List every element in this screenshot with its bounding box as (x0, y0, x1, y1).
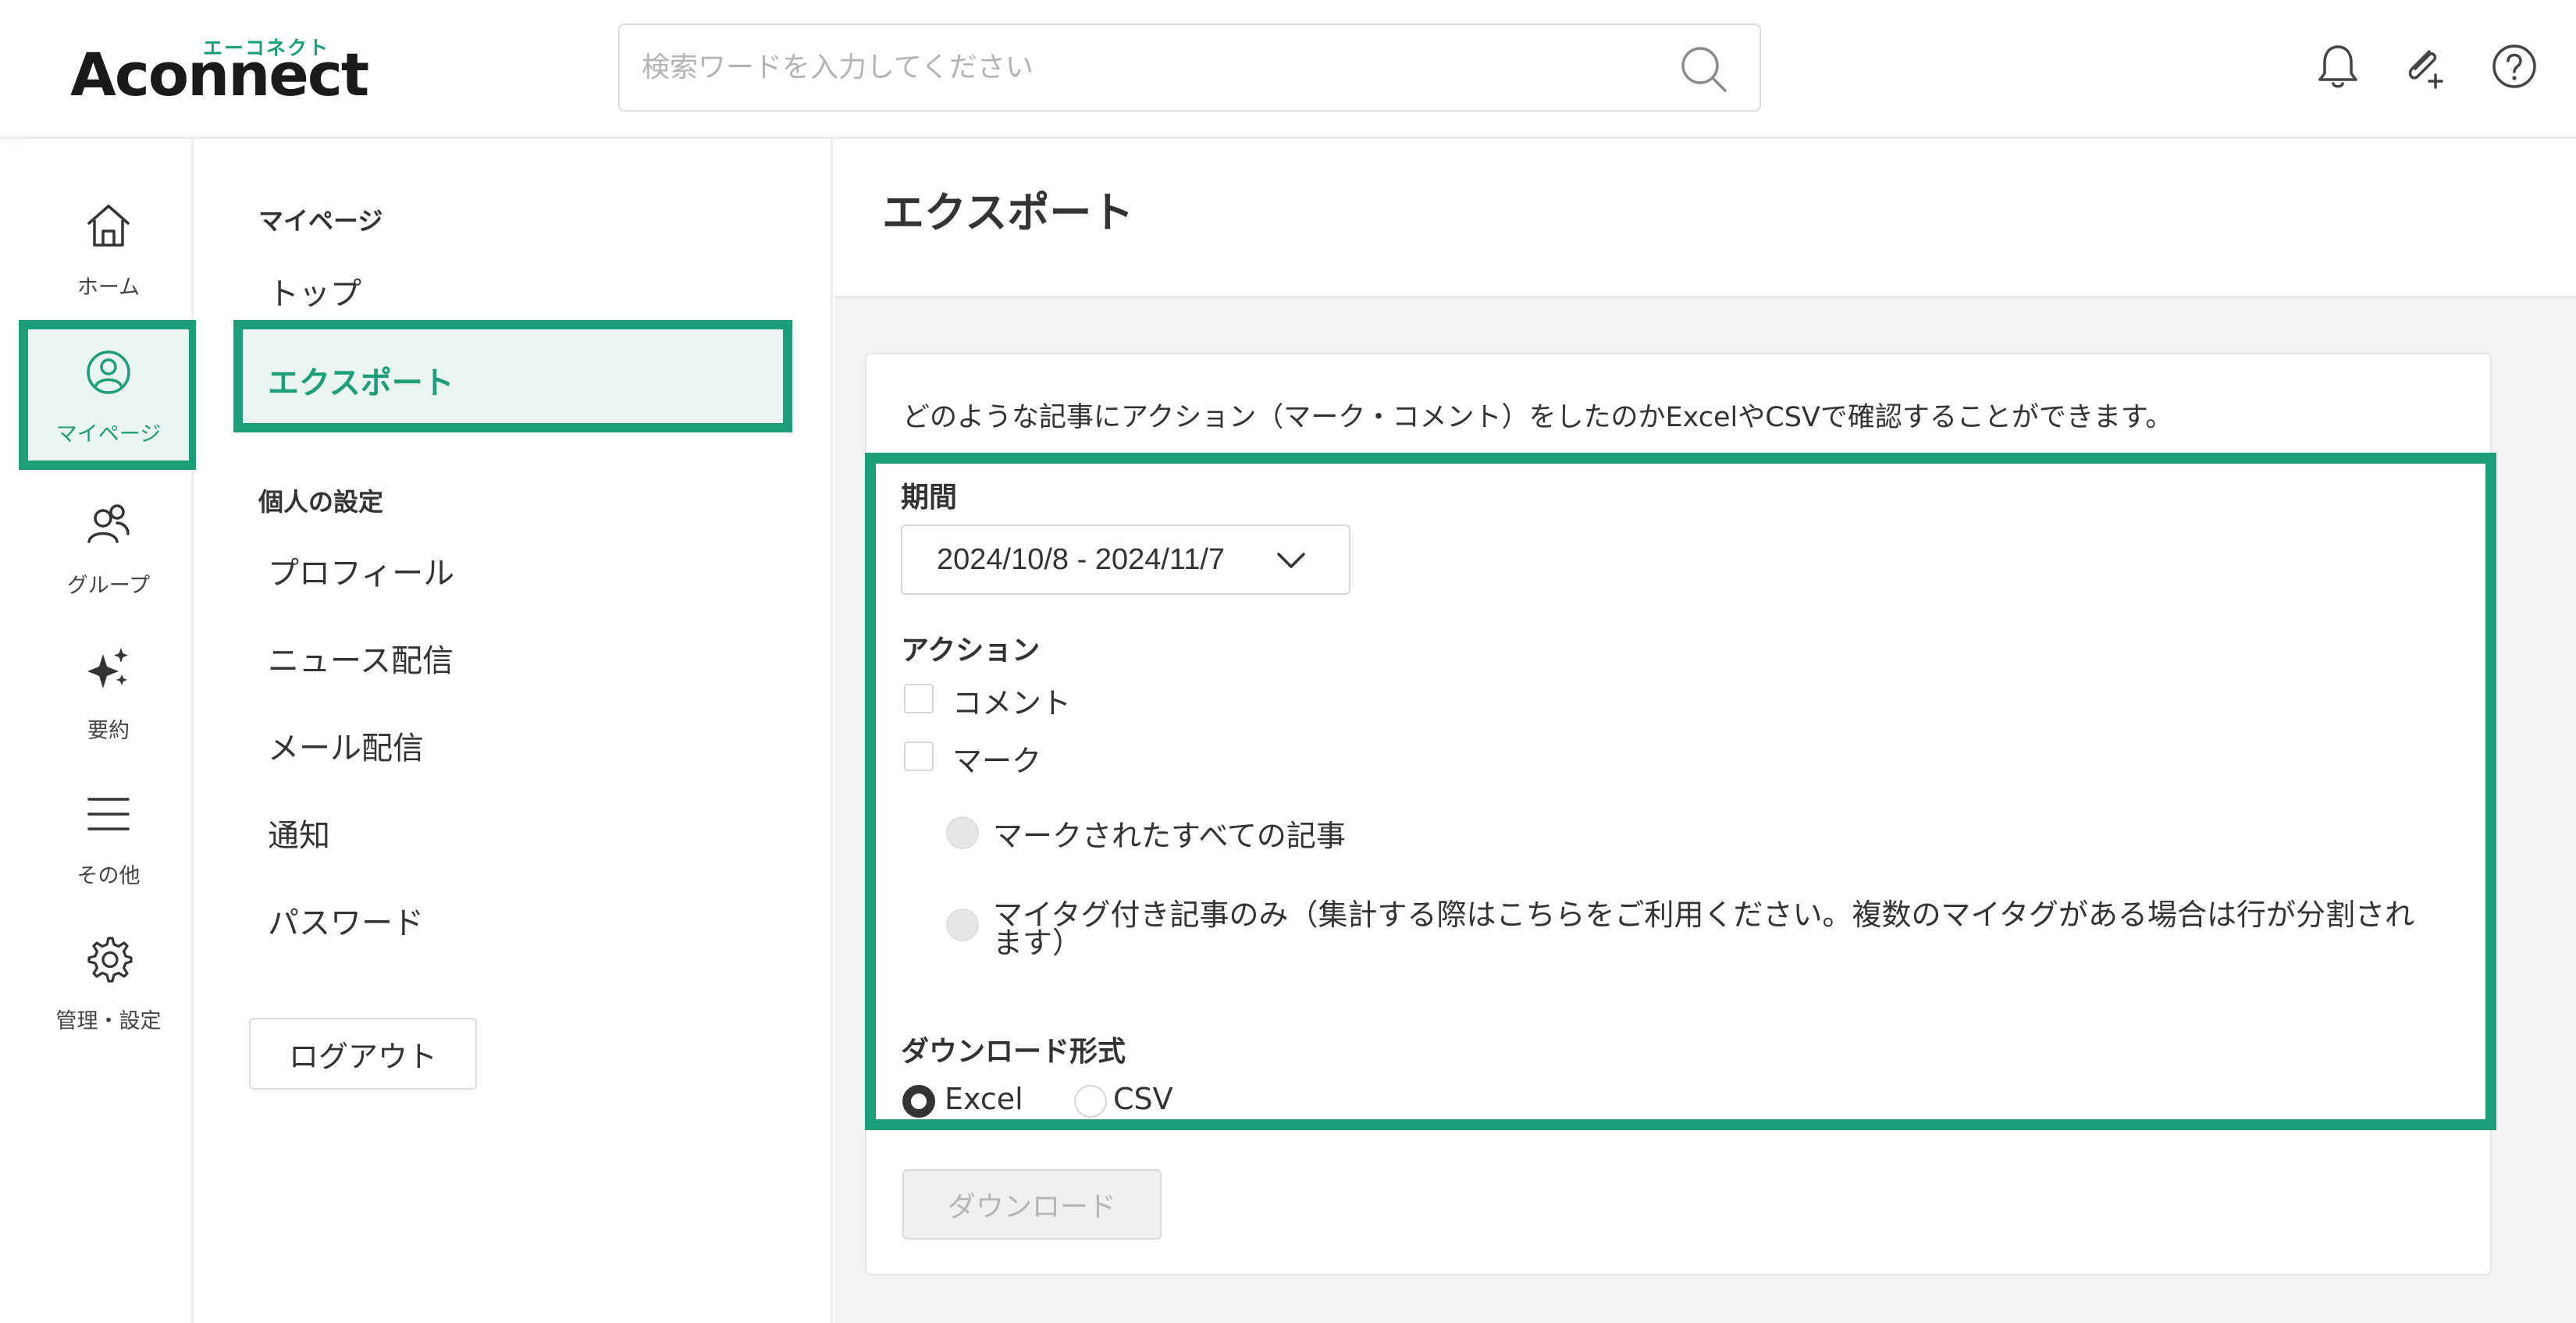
subnav-item-top[interactable]: トップ (268, 269, 361, 314)
home-icon (87, 204, 130, 247)
subnav-item-password[interactable]: パスワード (268, 898, 424, 943)
subnav-item-export-label: エクスポート (268, 365, 454, 401)
search-box[interactable] (618, 23, 1761, 112)
export-form: 期間 2024/10/8 - 2024/11/7 アクション コメント マーク … (865, 453, 2496, 1130)
subnav-section-mypage: マイページ (258, 206, 383, 236)
secondary-nav: マイページ トップ エクスポート 個人の設定 プロフィール ニュース配信 メール… (196, 139, 833, 1323)
menu-icon (87, 798, 130, 830)
help-icon[interactable] (2489, 41, 2540, 92)
subnav-item-news-delivery[interactable]: ニュース配信 (268, 635, 454, 681)
group-icon (87, 504, 130, 543)
excel-radio[interactable] (902, 1085, 935, 1118)
search-input[interactable] (642, 25, 1656, 110)
page-title: エクスポート (882, 188, 1134, 237)
download-button[interactable]: ダウンロード (902, 1169, 1162, 1239)
comment-checkbox[interactable] (904, 684, 934, 713)
rail-item-other[interactable]: その他 (23, 766, 194, 907)
action-label: アクション (901, 635, 1041, 667)
mytag-only-option-label: マイタグ付き記事のみ（集計する際はこちらをご利用ください。複数のマイタグがある場… (993, 898, 2414, 960)
logout-button[interactable]: ログアウト (249, 1018, 477, 1090)
format-label: ダウンロード形式 (901, 1036, 1126, 1068)
sparkle-icon (87, 648, 128, 688)
page-header: エクスポート (835, 139, 2576, 298)
subnav-item-export[interactable]: エクスポート (233, 320, 792, 432)
subnav-item-notification[interactable]: 通知 (268, 810, 330, 855)
rail-label-group: グループ (66, 574, 151, 598)
mark-option-label: マーク (952, 744, 1042, 778)
search-icon[interactable] (1678, 44, 1728, 94)
mark-checkbox[interactable] (904, 742, 934, 771)
comment-option-label: コメント (952, 686, 1072, 720)
rail-label-settings: 管理・設定 (55, 1009, 162, 1033)
aconnect-logo[interactable]: エーコネクト Aconnect (70, 33, 369, 111)
export-card: どのような記事にアクション（マーク・コメント）をしたのかExcelやCSVで確認… (865, 353, 2496, 1275)
csv-option-label: CSV (1113, 1082, 1173, 1116)
export-description: どのような記事にアクション（マーク・コメント）をしたのかExcelやCSVで確認… (902, 402, 2173, 433)
rail-label-other: その他 (76, 864, 141, 888)
bell-icon[interactable] (2312, 41, 2364, 92)
rail-item-home[interactable]: ホーム (23, 178, 194, 318)
rail-item-summary[interactable]: 要約 (23, 621, 194, 762)
rail-label-home: ホーム (76, 276, 141, 300)
csv-radio[interactable] (1074, 1085, 1107, 1118)
rail-label-summary: 要約 (87, 719, 130, 743)
subnav-item-profile[interactable]: プロフィール (268, 548, 454, 593)
rail-item-group[interactable]: グループ (23, 476, 194, 617)
chevron-down-icon (1277, 553, 1305, 568)
rail-item-mypage[interactable]: マイページ (19, 320, 198, 470)
top-header: エーコネクト Aconnect (0, 0, 2576, 139)
user-circle-icon (87, 350, 130, 394)
logo-wordmark: Aconnect (70, 40, 369, 109)
paperclip-plus-icon[interactable] (2398, 41, 2450, 92)
period-value: 2024/10/8 - 2024/11/7 (937, 543, 1226, 576)
all-marked-option-label: マークされたすべての記事 (993, 819, 1346, 853)
left-rail: ホーム マイページ グループ 要約 その他 管理・設定 (19, 139, 198, 1323)
mytag-only-radio[interactable] (946, 909, 979, 941)
period-date-picker[interactable]: 2024/10/8 - 2024/11/7 (901, 525, 1350, 595)
gear-icon (87, 937, 133, 983)
rail-item-settings[interactable]: 管理・設定 (23, 912, 194, 1052)
period-label: 期間 (901, 482, 958, 514)
subnav-section-personal: 個人の設定 (258, 487, 384, 517)
excel-option-label: Excel (945, 1082, 1023, 1116)
subnav-item-mail-delivery[interactable]: メール配信 (268, 723, 424, 768)
all-marked-radio[interactable] (946, 816, 979, 849)
rail-label-mypage: マイページ (55, 422, 162, 446)
